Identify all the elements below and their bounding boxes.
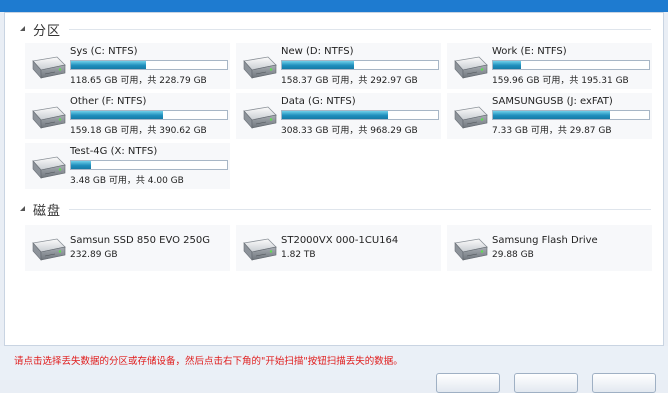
disks-section-header[interactable]: 磁盘 [19, 199, 61, 219]
usage-bar [492, 60, 650, 70]
usage-bar-fill [493, 111, 610, 119]
disks-section-title: 磁盘 [33, 203, 62, 219]
disk-name: ST2000VX 000-1CU164 [281, 235, 399, 246]
partitions-section-header[interactable]: 分区 [19, 19, 61, 39]
partition-card-e[interactable]: Work (E: NTFS) 159.96 GB 可用，共 195.31 GB [447, 43, 652, 89]
usage-bar-fill [282, 111, 389, 119]
partition-name: Sys (C: NTFS) [70, 46, 138, 57]
partition-card-g[interactable]: Data (G: NTFS) 308.33 GB 可用，共 968.29 GB [236, 93, 441, 139]
hard-drive-icon [449, 51, 489, 85]
hard-drive-icon [27, 151, 67, 185]
usage-bar-fill [71, 161, 92, 169]
partition-name: New (D: NTFS) [281, 46, 354, 57]
window-title-bar [0, 0, 668, 12]
device-list-panel: 分区 Sys (C: NTFS) 118.65 GB 可用，共 228.79 G… [4, 12, 664, 346]
usage-bar [70, 160, 228, 170]
disk-name: Samsun SSD 850 EVO 250G [70, 235, 210, 246]
hard-drive-icon [27, 51, 67, 85]
hard-drive-icon [449, 101, 489, 135]
disk-size: 1.82 TB [281, 250, 316, 260]
hard-drive-icon [27, 101, 67, 135]
partition-capacity: 158.37 GB 可用，共 292.97 GB [281, 76, 418, 86]
partition-capacity: 159.96 GB 可用，共 195.31 GB [492, 76, 629, 86]
disk-card-flash[interactable]: Samsung Flash Drive 29.88 GB [447, 225, 652, 271]
usage-bar [70, 60, 228, 70]
disk-card-ssd[interactable]: Samsun SSD 850 EVO 250G 232.89 GB [25, 225, 230, 271]
partition-capacity: 159.18 GB 可用，共 390.62 GB [70, 126, 207, 136]
partition-card-d[interactable]: New (D: NTFS) 158.37 GB 可用，共 292.97 GB [236, 43, 441, 89]
disk-size: 29.88 GB [492, 250, 534, 260]
hint-text: 请点击选择丢失数据的分区或存储设备，然后点击右下角的"开始扫描"按钮扫描丢失的数… [14, 356, 403, 367]
footer-button[interactable] [436, 373, 500, 393]
partition-name: Data (G: NTFS) [281, 96, 356, 107]
partition-card-f[interactable]: Other (F: NTFS) 159.18 GB 可用，共 390.62 GB [25, 93, 230, 139]
partition-name: Work (E: NTFS) [492, 46, 567, 57]
partition-capacity: 308.33 GB 可用，共 968.29 GB [281, 126, 418, 136]
hard-drive-icon [27, 233, 67, 267]
hard-drive-icon [238, 51, 278, 85]
usage-bar [492, 110, 650, 120]
hard-drive-icon [449, 233, 489, 267]
partition-card-j[interactable]: SAMSUNGUSB (J: exFAT) 7.33 GB 可用，共 29.87… [447, 93, 652, 139]
usage-bar-fill [493, 61, 522, 69]
usage-bar-fill [282, 61, 354, 69]
partitions-section-title: 分区 [33, 23, 62, 39]
bottom-bar: 请点击选择丢失数据的分区或存储设备，然后点击右下角的"开始扫描"按钮扫描丢失的数… [0, 346, 668, 393]
usage-bar [281, 60, 439, 70]
partition-name: SAMSUNGUSB (J: exFAT) [492, 96, 613, 107]
disk-card-hdd[interactable]: ST2000VX 000-1CU164 1.82 TB [236, 225, 441, 271]
usage-bar [70, 110, 228, 120]
partition-card-c[interactable]: Sys (C: NTFS) 118.65 GB 可用，共 228.79 GB [25, 43, 230, 89]
usage-bar [281, 110, 439, 120]
partition-name: Other (F: NTFS) [70, 96, 147, 107]
section-divider [69, 209, 651, 210]
partition-capacity: 3.48 GB 可用，共 4.00 GB [70, 176, 184, 186]
footer-button[interactable] [514, 373, 578, 393]
usage-bar-fill [71, 111, 164, 119]
partition-card-x[interactable]: Test-4G (X: NTFS) 3.48 GB 可用，共 4.00 GB [25, 143, 230, 189]
section-divider [69, 29, 651, 30]
usage-bar-fill [71, 61, 146, 69]
disk-size: 232.89 GB [70, 250, 118, 260]
partition-capacity: 7.33 GB 可用，共 29.87 GB [492, 126, 612, 136]
partition-name: Test-4G (X: NTFS) [70, 146, 158, 157]
collapse-triangle-icon[interactable] [19, 25, 27, 33]
collapse-triangle-icon[interactable] [19, 205, 27, 213]
partition-capacity: 118.65 GB 可用，共 228.79 GB [70, 76, 207, 86]
footer-button[interactable] [592, 373, 656, 393]
disk-name: Samsung Flash Drive [492, 235, 598, 246]
hard-drive-icon [238, 101, 278, 135]
hard-drive-icon [238, 233, 278, 267]
